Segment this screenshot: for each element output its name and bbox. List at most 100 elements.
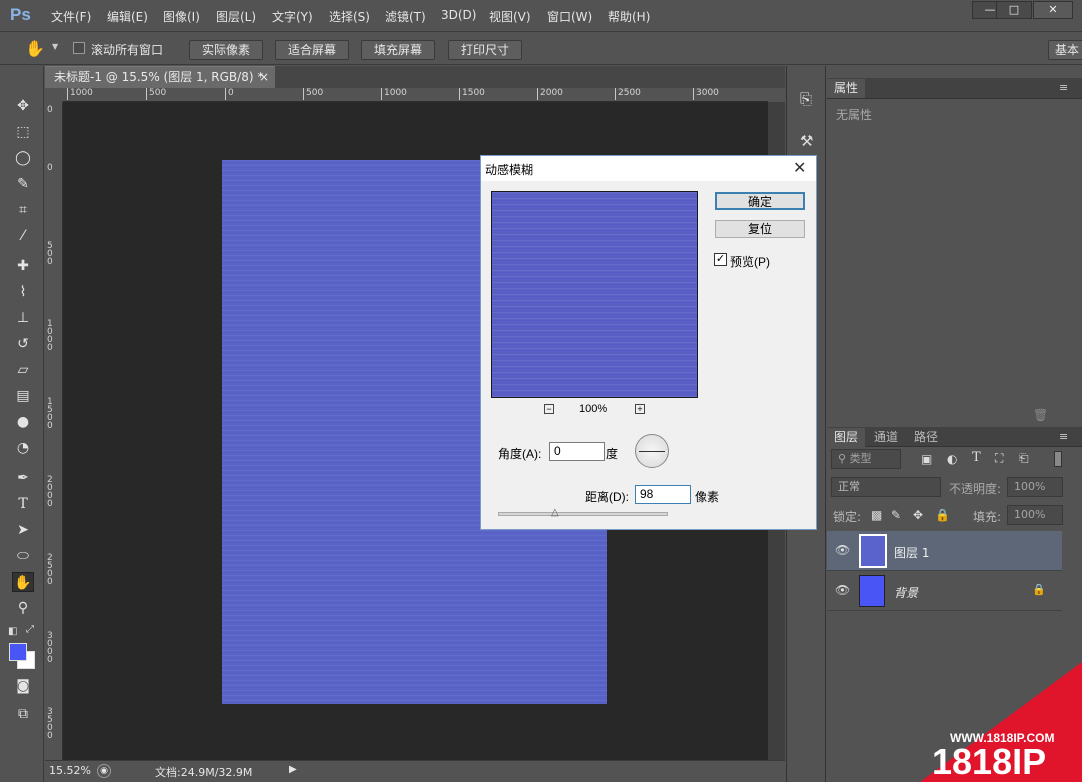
dialog-close-icon[interactable]: ✕ — [793, 158, 806, 178]
layer-filter-kind: 类型 — [849, 452, 872, 465]
quick-mask-icon[interactable]: ◙ — [12, 676, 34, 696]
layer-name[interactable]: 图层 1 — [894, 544, 929, 561]
angle-dial[interactable] — [635, 434, 669, 468]
layer-row[interactable]: 👁 背景 🔒 — [827, 571, 1062, 611]
ruler-tick-label: 2500 — [47, 553, 53, 587]
print-size-button[interactable]: 打印尺寸 — [448, 40, 522, 60]
menu-file[interactable]: 文件(F) — [51, 8, 91, 25]
document-size-info: 文档:24.9M/32.9M — [155, 766, 253, 779]
history-brush-tool-icon[interactable]: ↺ — [12, 334, 34, 354]
menu-window[interactable]: 窗口(W) — [547, 8, 592, 25]
ruler-origin[interactable] — [45, 88, 63, 102]
preview-checkbox[interactable]: ✓ — [714, 253, 727, 266]
pen-tool-icon[interactable]: ✒ — [12, 468, 34, 488]
visibility-eye-icon[interactable]: 👁 — [835, 543, 850, 557]
dialog-title-bar[interactable]: 动感模糊 ✕ — [481, 156, 816, 181]
zoom-tool-icon[interactable]: ⚲ — [12, 598, 34, 618]
tab-paths[interactable]: 路径 — [907, 428, 945, 447]
tab-layers[interactable]: 图层 — [827, 428, 866, 447]
ok-button[interactable]: 确定 — [715, 192, 805, 210]
hand-tool-preset-icon[interactable]: ✋ — [25, 39, 45, 58]
menu-edit[interactable]: 编辑(E) — [107, 8, 148, 25]
menu-image[interactable]: 图像(I) — [163, 8, 200, 25]
visibility-eye-icon[interactable]: 👁 — [835, 583, 850, 597]
filter-shape-icon[interactable]: ⛶ — [995, 451, 1003, 466]
distance-input[interactable]: 98 — [635, 485, 691, 504]
zoom-level[interactable]: 15.52% — [49, 764, 91, 777]
menu-filter[interactable]: 滤镜(T) — [385, 8, 426, 25]
no-properties-text: 无属性 — [836, 108, 873, 122]
lock-transparent-icon[interactable]: ▩ — [871, 508, 882, 522]
move-tool-icon[interactable]: ✥ — [12, 96, 34, 116]
actual-pixels-button[interactable]: 实际像素 — [189, 40, 263, 60]
menu-help[interactable]: 帮助(H) — [608, 8, 650, 25]
layer-filter-select[interactable]: ⚲ 类型 — [831, 449, 901, 469]
panel-menu-icon[interactable]: ≡ — [1059, 430, 1068, 443]
crop-tool-icon[interactable]: ⌗ — [12, 200, 34, 220]
filter-type-icon[interactable]: T — [972, 450, 981, 465]
lock-all-icon[interactable]: 🔒 — [935, 508, 950, 522]
scroll-all-checkbox[interactable] — [73, 42, 85, 54]
ellipse-tool-icon[interactable]: ⬭ — [12, 546, 34, 566]
workspace-switcher[interactable]: 基本 — [1048, 40, 1082, 60]
marquee-tool-icon[interactable]: ⬚ — [12, 122, 34, 142]
document-tab[interactable]: 未标题-1 @ 15.5% (图层 1, RGB/8) * × — [45, 66, 275, 88]
zoom-in-icon[interactable]: + — [635, 404, 645, 414]
blend-mode-select[interactable]: 正常 — [831, 477, 941, 497]
quick-select-tool-icon[interactable]: ✎ — [12, 174, 34, 194]
filter-smart-object-icon[interactable]: ⎗ — [1019, 451, 1029, 466]
menu-view[interactable]: 视图(V) — [489, 8, 531, 25]
scroll-all-label: 滚动所有窗口 — [91, 43, 164, 57]
panel-menu-icon[interactable]: ≡ — [1059, 81, 1068, 94]
close-window-button[interactable]: ✕ — [1033, 1, 1073, 19]
menu-3d[interactable]: 3D(D) — [441, 8, 476, 22]
opacity-field[interactable]: 100% — [1007, 477, 1063, 497]
preset-dropdown-icon[interactable]: ▼ — [52, 42, 58, 51]
filter-preview[interactable] — [491, 191, 698, 398]
default-colors-icon[interactable]: ◧ — [8, 626, 17, 637]
healing-brush-tool-icon[interactable]: ✚ — [12, 256, 34, 276]
menu-type[interactable]: 文字(Y) — [272, 8, 313, 25]
swap-colors-icon[interactable]: ⤢ — [26, 624, 34, 635]
tab-close-icon[interactable]: × — [259, 67, 269, 87]
fill-field[interactable]: 100% — [1007, 505, 1063, 525]
zoom-out-icon[interactable]: − — [544, 404, 554, 414]
layer-row[interactable]: 👁 图层 1 — [827, 531, 1062, 571]
reset-button[interactable]: 复位 — [715, 220, 805, 238]
gradient-tool-icon[interactable]: ▤ — [12, 386, 34, 406]
fit-screen-button[interactable]: 适合屏幕 — [275, 40, 349, 60]
filter-adjustment-icon[interactable]: ◐ — [947, 452, 957, 466]
ruler-tick-label: 0 — [225, 88, 234, 100]
status-info-icon[interactable]: ◉ — [97, 764, 111, 778]
foreground-color-swatch[interactable] — [9, 643, 27, 661]
menu-select[interactable]: 选择(S) — [329, 8, 370, 25]
hand-tool-icon[interactable]: ✋ — [12, 572, 34, 592]
brushes-panel-icon[interactable]: ⚒ — [800, 132, 813, 150]
dodge-tool-icon[interactable]: ◔ — [12, 438, 34, 458]
lasso-tool-icon[interactable]: ◯ — [12, 148, 34, 168]
screen-mode-icon[interactable]: ⧉ — [12, 704, 34, 724]
path-select-tool-icon[interactable]: ➤ — [12, 520, 34, 540]
layer-name[interactable]: 背景 — [894, 584, 918, 601]
eraser-tool-icon[interactable]: ▱ — [12, 360, 34, 380]
filter-toggle-icon[interactable] — [1054, 451, 1062, 467]
distance-slider-thumb[interactable]: △ — [551, 507, 559, 518]
trash-icon[interactable]: 🗑 — [1033, 408, 1048, 422]
lock-position-icon[interactable]: ✥ — [913, 508, 923, 522]
tab-channels[interactable]: 通道 — [867, 428, 905, 447]
blur-tool-icon[interactable]: ● — [12, 412, 34, 432]
tab-properties[interactable]: 属性 — [827, 79, 866, 98]
angle-input[interactable]: 0 — [549, 442, 605, 461]
brush-tool-icon[interactable]: ⌇ — [12, 282, 34, 302]
eyedropper-tool-icon[interactable]: ⁄ — [12, 226, 34, 246]
filter-pixel-icon[interactable]: ▣ — [921, 452, 932, 466]
maximize-button[interactable]: □ — [996, 1, 1032, 19]
lock-pixels-icon[interactable]: ✎ — [891, 508, 901, 522]
status-menu-arrow-icon[interactable]: ▶ — [289, 764, 297, 775]
menu-layer[interactable]: 图层(L) — [216, 8, 256, 25]
distance-slider-track[interactable] — [498, 512, 668, 516]
history-panel-icon[interactable]: ⎘ — [800, 90, 812, 108]
type-tool-icon[interactable]: T — [12, 494, 34, 514]
clone-stamp-tool-icon[interactable]: ⊥ — [12, 308, 34, 328]
fill-screen-button[interactable]: 填充屏幕 — [361, 40, 435, 60]
